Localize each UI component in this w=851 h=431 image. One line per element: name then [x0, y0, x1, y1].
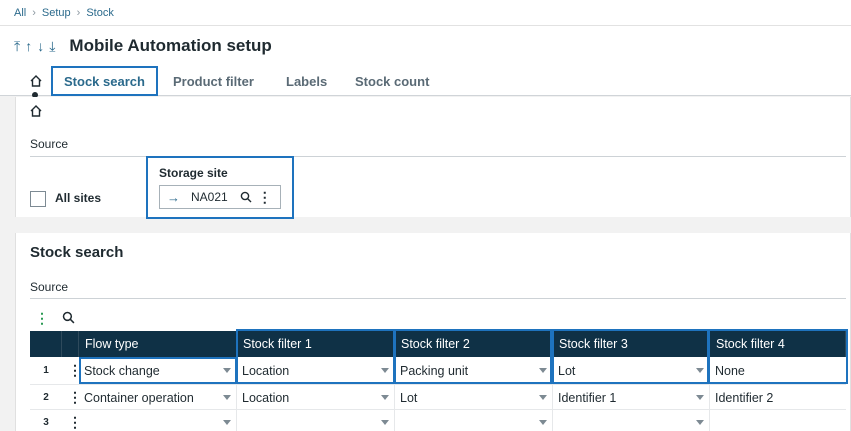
stock-search-title: Stock search: [30, 244, 124, 261]
search-icon[interactable]: [240, 191, 252, 203]
all-sites-label: All sites: [55, 191, 102, 205]
dropdown-caret-icon[interactable]: [696, 395, 704, 400]
cell-value: Lot: [400, 390, 418, 405]
breadcrumb: All › Setup › Stock: [0, 0, 851, 26]
all-sites-checkbox[interactable]: [30, 191, 46, 207]
dropdown-caret-icon[interactable]: [539, 395, 547, 400]
row-actions-header: [62, 331, 79, 357]
stock-filter-2-highlight: [394, 329, 552, 384]
flow-type-highlight: [79, 357, 237, 384]
tab-stock-count[interactable]: Stock count: [355, 66, 429, 96]
storage-site-input[interactable]: → NA021 ⋮: [159, 185, 281, 209]
arrow-right-icon[interactable]: →: [167, 190, 180, 205]
chevron-right-icon: ›: [76, 6, 81, 19]
cell-stock-filter-1[interactable]: [237, 410, 395, 431]
first-record-icon[interactable]: ⤒: [14, 38, 20, 55]
breadcrumb-setup[interactable]: Setup: [42, 7, 71, 19]
section-source-label: Source: [30, 137, 69, 151]
cell-value: Container operation: [84, 390, 194, 405]
dropdown-caret-icon[interactable]: [381, 420, 389, 425]
row-number: 2: [43, 392, 49, 403]
last-record-icon[interactable]: ⤓: [49, 38, 55, 55]
title-bar: ⤒ ↑ ↓ ⤓ Mobile Automation setup: [0, 26, 851, 66]
breadcrumb-stock[interactable]: Stock: [86, 7, 114, 19]
col-flow-type[interactable]: Flow type: [79, 331, 237, 357]
cell-flow-type[interactable]: [79, 410, 237, 431]
cell-flow-type[interactable]: Container operation: [79, 385, 237, 410]
stock-filter-4-highlight: [708, 329, 848, 384]
cell-value: Identifier 1: [558, 390, 617, 405]
dropdown-caret-icon[interactable]: [539, 420, 547, 425]
dropdown-caret-icon[interactable]: [223, 420, 231, 425]
dropdown-caret-icon[interactable]: [381, 395, 389, 400]
tab-product-filter[interactable]: Product filter: [173, 66, 254, 96]
record-navigation: ⤒ ↑ ↓ ⤓: [14, 38, 55, 55]
next-record-icon[interactable]: ↓: [37, 38, 44, 55]
tab-stock-search[interactable]: Stock search: [51, 66, 158, 96]
previous-record-icon[interactable]: ↑: [25, 38, 32, 55]
cell-value: Location: [242, 390, 290, 405]
row-number: 3: [43, 417, 49, 428]
search-icon[interactable]: [62, 311, 75, 324]
source-card: [15, 97, 851, 217]
row-number-header: [30, 331, 62, 357]
table-row: 2 ⋮ Container operation Location Lot Ide…: [30, 384, 846, 410]
storage-site-value: NA021: [191, 190, 228, 204]
cell-stock-filter-1[interactable]: Location: [237, 385, 395, 410]
storage-site-label: Storage site: [159, 166, 228, 180]
cell-stock-filter-2[interactable]: Lot: [395, 385, 553, 410]
dropdown-caret-icon[interactable]: [223, 395, 231, 400]
more-options-icon[interactable]: ⋮: [258, 190, 272, 204]
cell-stock-filter-4[interactable]: Identifier 2: [710, 385, 846, 410]
breadcrumb-all[interactable]: All: [14, 7, 26, 19]
cell-stock-filter-2[interactable]: [395, 410, 553, 431]
page-title: Mobile Automation setup: [69, 36, 272, 55]
dropdown-caret-icon[interactable]: [696, 420, 704, 425]
table-row: 3 ⋮: [30, 409, 846, 431]
cell-value: Identifier 2: [715, 390, 774, 405]
cell-stock-filter-3[interactable]: [553, 410, 710, 431]
home-icon[interactable]: [29, 74, 43, 88]
cell-stock-filter-3[interactable]: Identifier 1: [553, 385, 710, 410]
tab-bar: Stock search Product filter Labels Stock…: [0, 66, 851, 96]
chevron-right-icon: ›: [32, 6, 36, 19]
section-source-label: Source: [30, 280, 69, 294]
stock-filter-3-highlight: [552, 329, 709, 384]
cell-stock-filter-4[interactable]: [710, 410, 846, 431]
divider: [30, 298, 846, 299]
home-icon[interactable]: [29, 104, 43, 118]
row-number: 1: [43, 365, 49, 376]
stock-filter-1-highlight: [236, 329, 395, 384]
table-actions-icon[interactable]: ⋮: [35, 311, 49, 325]
tab-labels[interactable]: Labels: [286, 66, 327, 96]
